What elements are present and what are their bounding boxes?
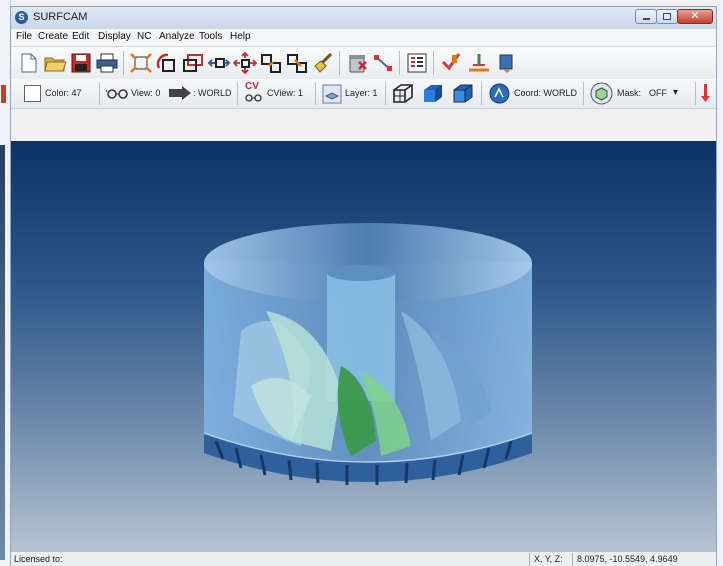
cview-control[interactable]: CV CView: 1 — [241, 79, 311, 108]
toolbar-separator — [123, 51, 124, 75]
print-icon[interactable] — [95, 52, 119, 74]
layer-table-icon[interactable] — [405, 52, 429, 74]
coordinate-icon — [489, 83, 510, 104]
toolbar-separator — [99, 82, 100, 105]
coord-control[interactable]: Coord: WORLD — [485, 79, 577, 108]
zoom-extents-icon[interactable] — [129, 52, 153, 74]
color-label: Color: 47 — [45, 88, 82, 98]
layer-control[interactable]: Layer: 1 — [319, 79, 381, 108]
toolbar-empty-row — [11, 109, 716, 141]
save-icon[interactable] — [69, 52, 93, 74]
menu-file[interactable]: File — [16, 31, 32, 42]
shaded-edges-icon[interactable] — [451, 82, 475, 105]
color-swatch — [24, 85, 41, 102]
operations-icon[interactable] — [495, 52, 519, 74]
menu-bar: File Create Edit Display NC Analyze Tool… — [11, 29, 716, 46]
wireframe-icon[interactable] — [391, 82, 415, 105]
layer-label: Layer: 1 — [345, 88, 378, 98]
background-window-marker — [1, 85, 6, 103]
mask-dropdown-icon[interactable]: ▾ — [673, 87, 678, 98]
duplicate-alt-icon[interactable] — [285, 52, 309, 74]
red-arrow-icon[interactable] — [700, 83, 712, 103]
glasses-icon — [106, 89, 128, 99]
close-button[interactable]: ✕ — [677, 9, 713, 24]
mask-value[interactable]: OFF — [649, 88, 667, 98]
zoom-window-icon[interactable] — [181, 52, 205, 74]
properties-toolbar: Color: 47 View: 0 : WORLD CV CView: 1 La… — [11, 79, 716, 109]
cview-label: CView: 1 — [267, 88, 303, 98]
toolbar-separator — [339, 51, 340, 75]
status-divider — [572, 553, 573, 566]
menu-tools[interactable]: Tools — [199, 31, 222, 42]
toolbar-separator — [315, 82, 316, 105]
duplicate-icon[interactable] — [259, 52, 283, 74]
background-window-edge-right — [717, 0, 723, 566]
cview-glasses-icon — [245, 94, 262, 102]
menu-analyze[interactable]: Analyze — [159, 31, 195, 42]
app-icon[interactable]: S — [15, 11, 28, 24]
menu-create[interactable]: Create — [38, 31, 68, 42]
menu-nc[interactable]: NC — [137, 31, 151, 42]
color-control[interactable]: Color: 47 — [15, 79, 87, 108]
tool-red-icon[interactable] — [439, 52, 463, 74]
maximize-icon — [663, 13, 671, 20]
surfcam-window: S SURFCAM ✕ File Create Edit Display NC … — [10, 6, 717, 566]
world-label: : WORLD — [193, 88, 232, 98]
direction-arrow-icon — [169, 86, 191, 100]
mask-label: Mask: — [617, 88, 642, 98]
toolpath-icon[interactable] — [467, 52, 491, 74]
menu-display[interactable]: Display — [98, 31, 131, 42]
window-title: SURFCAM — [33, 11, 88, 23]
cv-icon: CV — [245, 81, 259, 92]
pan-icon[interactable] — [207, 52, 231, 74]
toolbar-separator — [237, 82, 238, 105]
status-divider — [529, 553, 530, 566]
mask-control[interactable]: Mask: OFF ▾ — [587, 79, 691, 108]
menu-edit[interactable]: Edit — [72, 31, 89, 42]
minimize-icon — [643, 18, 650, 20]
world-control[interactable]: : WORLD — [167, 79, 232, 108]
menu-help[interactable]: Help — [230, 31, 251, 42]
desktop: S SURFCAM ✕ File Create Edit Display NC … — [0, 0, 723, 566]
coordinate-readout: 8.0975, -10.5549, 4.9649 — [577, 554, 678, 564]
toolbar-separator — [481, 82, 482, 105]
maximize-button[interactable] — [656, 9, 678, 24]
open-folder-icon[interactable] — [43, 52, 67, 74]
background-window-viewport — [0, 145, 5, 560]
delete-icon[interactable] — [345, 52, 369, 74]
view-label: View: 0 — [131, 88, 161, 98]
snap-icon[interactable] — [371, 52, 395, 74]
coordinate-label: X, Y, Z: — [534, 554, 563, 564]
move-icon[interactable] — [233, 52, 257, 74]
toolbar-separator — [583, 82, 584, 105]
close-icon: ✕ — [690, 9, 700, 22]
mask-icon — [590, 82, 613, 105]
shaded-icon[interactable] — [421, 82, 445, 105]
broom-icon[interactable] — [311, 52, 335, 74]
rotate-view-icon[interactable] — [155, 52, 179, 74]
title-bar[interactable]: S SURFCAM ✕ — [11, 7, 716, 29]
status-bar: Licensed to: X, Y, Z: 8.0975, -10.5549, … — [11, 551, 716, 566]
toolbar-separator — [399, 51, 400, 75]
minimize-button[interactable] — [635, 9, 657, 24]
impeller-model — [203, 223, 533, 485]
graphics-viewport[interactable] — [11, 141, 716, 551]
layer-icon — [322, 84, 342, 104]
coord-label: Coord: WORLD — [514, 88, 578, 98]
new-file-icon[interactable] — [17, 52, 41, 74]
license-text: Licensed to: — [14, 554, 63, 564]
main-toolbar — [11, 46, 716, 80]
toolbar-separator — [695, 82, 696, 105]
toolbar-separator — [433, 51, 434, 75]
toolbar-separator — [385, 82, 386, 105]
view-control[interactable]: View: 0 — [103, 79, 167, 108]
